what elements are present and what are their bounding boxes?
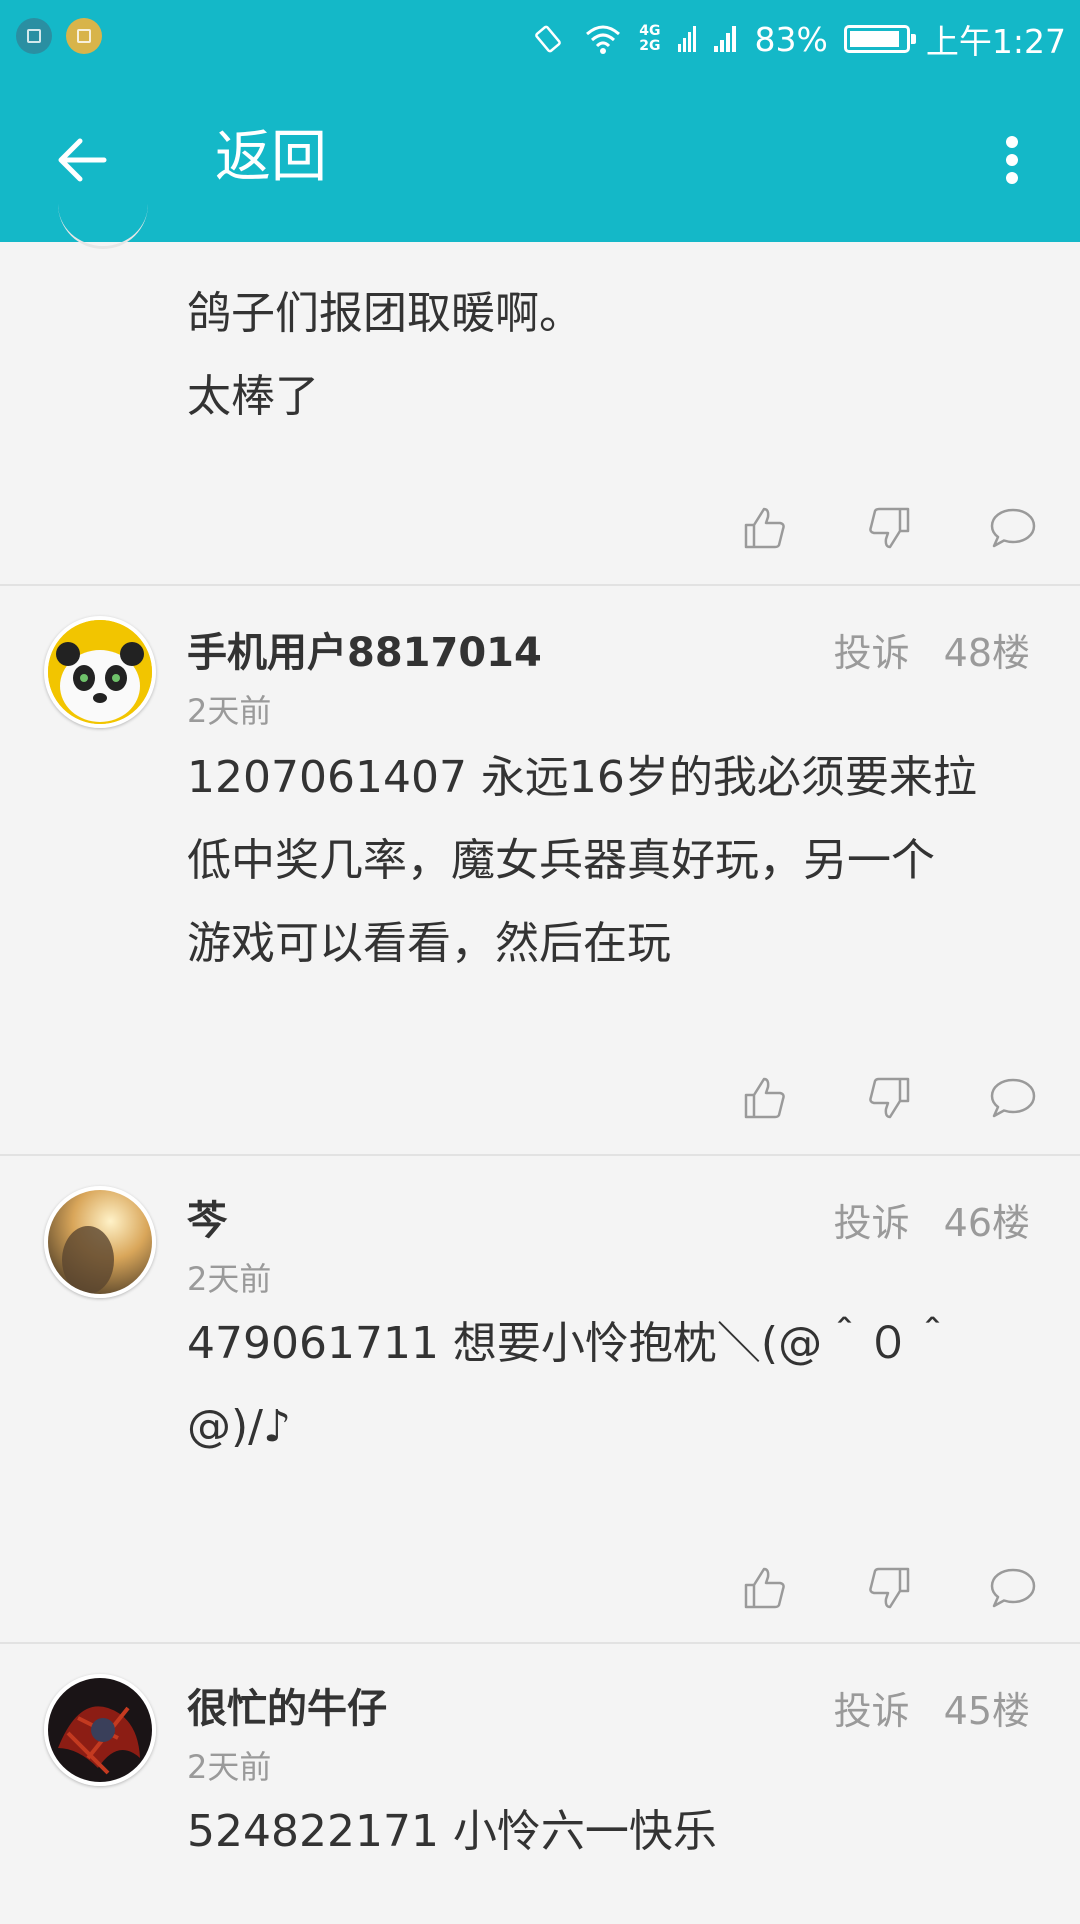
comment-content: 479061711 想要小怜抱枕＼(@＾０＾ @)/♪ xyxy=(187,1318,955,1452)
comment-content: 1207061407 永远16岁的我必须要来拉 低中奖几率，魔女兵器真好玩，另一… xyxy=(187,752,977,969)
thumbs-up-icon xyxy=(744,507,785,549)
dislike-button[interactable] xyxy=(856,1070,922,1126)
username[interactable]: 芩 xyxy=(187,1188,227,1246)
battery-percent: 83% xyxy=(754,19,828,59)
thumbs-down-icon xyxy=(869,1077,910,1119)
report-button[interactable]: 投诉 xyxy=(834,622,910,677)
post-time: 2天前 xyxy=(187,1260,272,1298)
reply-button[interactable] xyxy=(980,500,1046,556)
avatar[interactable] xyxy=(44,1186,156,1298)
floor-number: 45楼 xyxy=(943,1689,1030,1733)
comment-bubble-icon xyxy=(990,508,1036,548)
floor-number: 48楼 xyxy=(943,631,1030,675)
signal-icon-sim2 xyxy=(713,26,736,52)
panda-avatar-image xyxy=(48,620,152,724)
post-time: 2天前 xyxy=(187,692,272,730)
rotation-icon xyxy=(535,25,562,53)
username[interactable]: 手机用户8817014 xyxy=(187,620,542,678)
screenshot-notification-icon xyxy=(16,18,52,54)
more-vert-icon xyxy=(1006,136,1018,184)
username[interactable]: 很忙的牛仔 xyxy=(187,1676,387,1734)
comment-bubble-icon xyxy=(990,1078,1036,1118)
app-notification-icon xyxy=(66,18,102,54)
more-options-button[interactable] xyxy=(982,128,1042,192)
avatar[interactable] xyxy=(44,1674,156,1786)
back-arrow-icon xyxy=(58,138,107,182)
avatar-partial xyxy=(58,202,148,249)
comment-item: 芩 2天前 投诉 46楼 479061711 想要小怜抱枕＼(@＾０＾ @)/♪ xyxy=(0,1156,1080,1644)
like-button[interactable] xyxy=(732,500,798,556)
thumbs-down-icon xyxy=(869,507,910,549)
signal-icon-sim1 xyxy=(677,26,696,52)
comment-actions xyxy=(732,1560,1046,1616)
report-button[interactable]: 投诉 xyxy=(834,1680,910,1735)
thumbs-up-icon xyxy=(744,1077,785,1119)
comment-item: 很忙的牛仔 2天前 投诉 45楼 524822171 小怜六一快乐 xyxy=(0,1644,1080,1924)
comment-content: 524822171 小怜六一快乐 xyxy=(187,1806,717,1857)
reply-button[interactable] xyxy=(980,1070,1046,1126)
armor-avatar-image xyxy=(48,1678,152,1782)
dislike-button[interactable] xyxy=(856,1560,922,1616)
battery-icon xyxy=(843,25,916,53)
comment-item: 手机用户8817014 2天前 投诉 48楼 1207061407 永远16岁的… xyxy=(0,586,1080,1156)
comment-list: 鸽子们报团取暖啊。 太棒了 手机用户8817014 2天前 投诉 48楼 120… xyxy=(0,242,1080,1924)
clock: 上午1:27 xyxy=(925,22,1066,61)
app-bar: 返回 xyxy=(0,78,1080,242)
like-button[interactable] xyxy=(732,1070,798,1126)
thumbs-down-icon xyxy=(869,1567,910,1609)
dislike-button[interactable] xyxy=(856,500,922,556)
wifi-icon xyxy=(586,25,621,54)
comment-actions xyxy=(732,1070,1046,1126)
thumbs-up-icon xyxy=(744,1567,785,1609)
network-type: 4G 2G xyxy=(639,23,661,54)
like-button[interactable] xyxy=(732,1560,798,1616)
back-label[interactable]: 返回 xyxy=(215,118,327,198)
post-time: 2天前 xyxy=(187,1748,272,1786)
report-button[interactable]: 投诉 xyxy=(834,1192,910,1247)
reply-button[interactable] xyxy=(980,1560,1046,1616)
avatar[interactable] xyxy=(44,616,156,728)
comment-item: 鸽子们报团取暖啊。 太棒了 xyxy=(0,242,1080,586)
back-button[interactable] xyxy=(42,128,122,192)
sunset-avatar-image xyxy=(48,1190,152,1294)
status-bar: 4G 2G 83% 上午1:27 xyxy=(0,0,1080,78)
comment-bubble-icon xyxy=(990,1568,1036,1608)
comment-actions xyxy=(732,500,1046,556)
floor-number: 46楼 xyxy=(943,1201,1030,1245)
comment-content: 鸽子们报团取暖啊。 太棒了 xyxy=(187,288,583,422)
